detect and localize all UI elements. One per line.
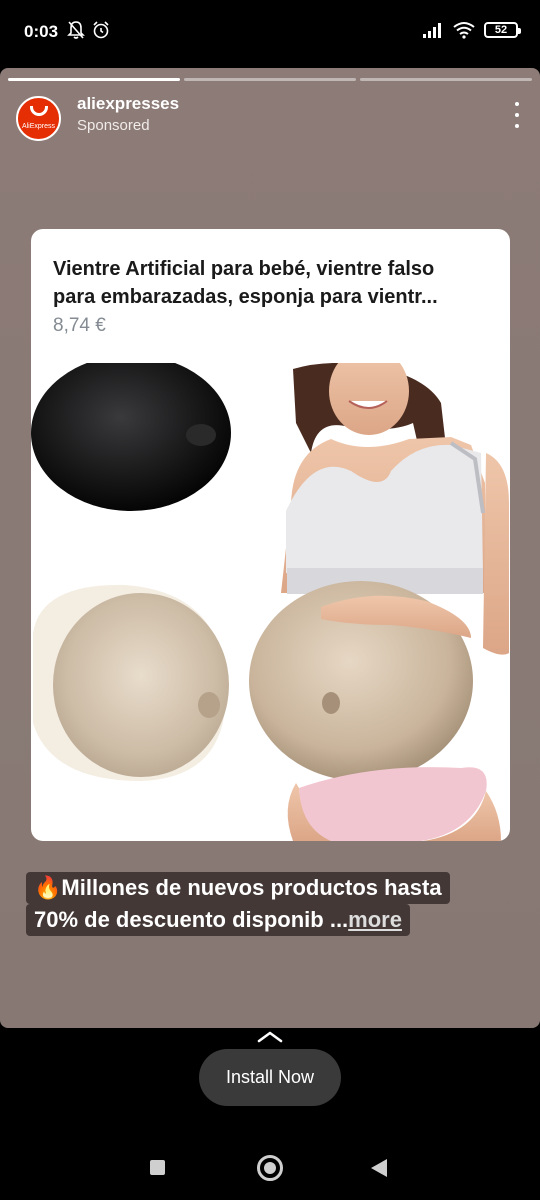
back-icon[interactable]	[371, 1159, 387, 1177]
progress-segment	[8, 78, 180, 81]
clock: 0:03	[24, 22, 59, 41]
model-arm	[483, 453, 509, 655]
fire-emoji-icon: 🔥	[34, 875, 62, 900]
avatar-text: AliExpress	[21, 123, 56, 130]
system-nav-bar	[0, 1135, 540, 1200]
product-title: Vientre Artificial para bebé, vientre fa…	[53, 255, 493, 311]
caption-line1-text: Millones de nuevos productos hasta	[61, 875, 442, 900]
chevron-up-icon[interactable]	[257, 1030, 283, 1044]
more-options-icon[interactable]	[510, 102, 524, 128]
status-bar: 0:03 52	[0, 0, 540, 66]
signal-icon	[423, 23, 441, 38]
progress-segment	[360, 78, 532, 81]
home-icon[interactable]	[257, 1155, 283, 1181]
story-progress	[8, 78, 532, 81]
beige-belly-cup	[53, 593, 229, 777]
product-title-line2: para embarazadas, esponja para vientr...	[53, 286, 438, 308]
product-image[interactable]	[31, 363, 510, 841]
wifi-icon	[453, 22, 475, 39]
more-link[interactable]: more	[348, 907, 402, 932]
product-title-line1: Vientre Artificial para bebé, vientre fa…	[53, 258, 435, 280]
caption-line2-text: 70% de descuento disponib ...	[34, 907, 349, 932]
product-price: 8,74 €	[53, 315, 106, 336]
alarm-icon	[93, 21, 109, 39]
product-card[interactable]: Vientre Artificial para bebé, vientre fa…	[31, 229, 510, 841]
battery-icon: 52	[484, 22, 521, 38]
status-icons: 52	[422, 21, 521, 39]
avatar[interactable]: AliExpress	[16, 96, 61, 141]
progress-segment	[184, 78, 356, 81]
aliexpress-logo-icon	[30, 106, 48, 116]
caption-line1: 🔥Millones de nuevos productos hasta	[26, 872, 450, 904]
caption-line2: 70% de descuento disponib ...more	[26, 904, 410, 936]
install-now-button[interactable]: Install Now	[199, 1049, 341, 1106]
recents-icon[interactable]	[150, 1160, 165, 1175]
sponsored-label: Sponsored	[77, 117, 150, 134]
account-name[interactable]: aliexpresses	[77, 94, 179, 114]
story-frame[interactable]: AliExpress aliexpresses Sponsored Vientr…	[0, 68, 540, 1028]
story-header: AliExpress aliexpresses Sponsored	[16, 94, 524, 142]
ad-caption[interactable]: 🔥Millones de nuevos productos hasta 70% …	[26, 872, 516, 936]
bell-off-icon	[67, 21, 85, 39]
battery-level: 52	[494, 24, 508, 36]
